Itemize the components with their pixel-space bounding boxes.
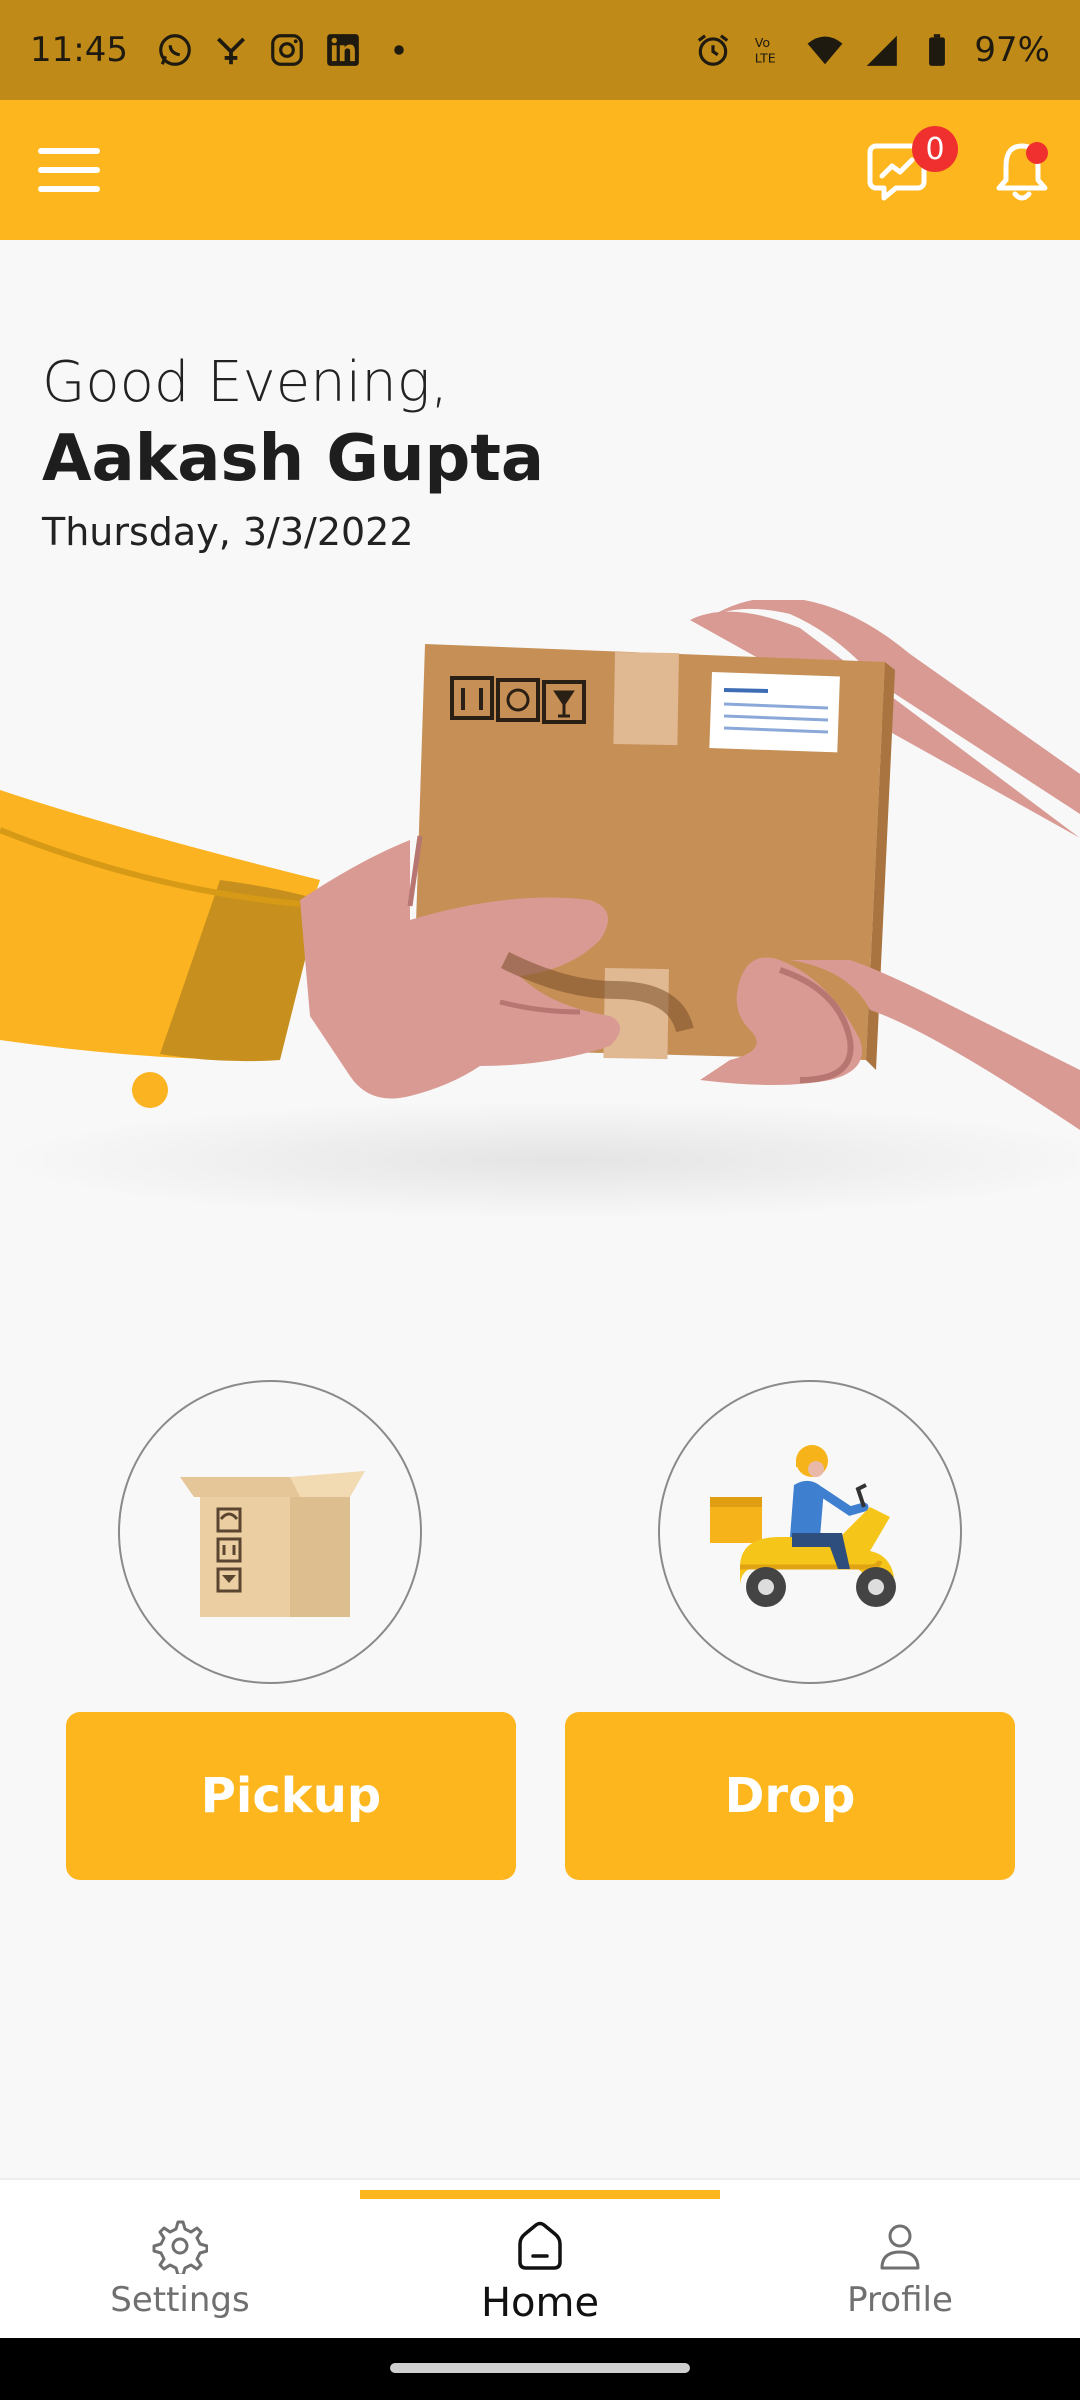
nav-label-home: Home [480, 2280, 600, 2326]
lte-signal-icon [867, 35, 898, 66]
nav-item-settings[interactable]: Settings [0, 2180, 360, 2340]
pickup-button[interactable]: Pickup [66, 1712, 516, 1880]
nav-item-home[interactable]: Home [360, 2180, 720, 2340]
svg-text:LTE: LTE [755, 51, 776, 66]
linkedin-icon [327, 34, 359, 66]
nav-label-settings: Settings [110, 2280, 250, 2320]
volte-icon: VoLTE [755, 35, 776, 66]
wifi-icon [808, 36, 843, 65]
status-bar: 11:45 Vo LTE 97% [0, 0, 1080, 100]
status-system-icons: Vo LTE 97% [694, 30, 1050, 70]
delivery-scooter-icon [710, 1445, 896, 1607]
status-time: 11:45 [30, 30, 128, 70]
dot-icon [394, 45, 404, 55]
whatsapp-icon [159, 34, 191, 66]
gear-icon [152, 2220, 208, 2274]
battery-percent: 97% [974, 30, 1050, 70]
pickup-illustration-circle[interactable] [118, 1380, 422, 1684]
drop-illustration-circle[interactable] [658, 1380, 962, 1684]
gesture-home-handle[interactable] [390, 2363, 690, 2373]
status-notification-icons [156, 31, 418, 69]
home-icon [518, 2221, 562, 2270]
greeting-text: Good Evening, [42, 350, 449, 415]
person-icon [880, 2224, 920, 2270]
analytics-badge: 0 [912, 126, 958, 172]
hamburger-menu-icon[interactable] [38, 148, 100, 192]
app-bar [0, 100, 1080, 240]
nav-item-profile[interactable]: Profile [720, 2180, 1080, 2340]
battery-icon [929, 34, 946, 66]
parcel-handover-illustration [0, 600, 1080, 1220]
user-name: Aakash Gupta [42, 422, 545, 496]
cardboard-box-icon [180, 1471, 365, 1617]
notification-dot [1026, 142, 1048, 164]
nav-label-profile: Profile [847, 2280, 953, 2320]
drop-button[interactable]: Drop [565, 1712, 1015, 1880]
network-icon [216, 37, 245, 65]
bottom-navigation: Settings Home Profile [0, 2178, 1080, 2338]
instagram-icon [271, 34, 303, 66]
alarm-icon [698, 34, 729, 66]
svg-text:Vo: Vo [755, 35, 771, 50]
date-text: Thursday, 3/3/2022 [42, 510, 414, 554]
